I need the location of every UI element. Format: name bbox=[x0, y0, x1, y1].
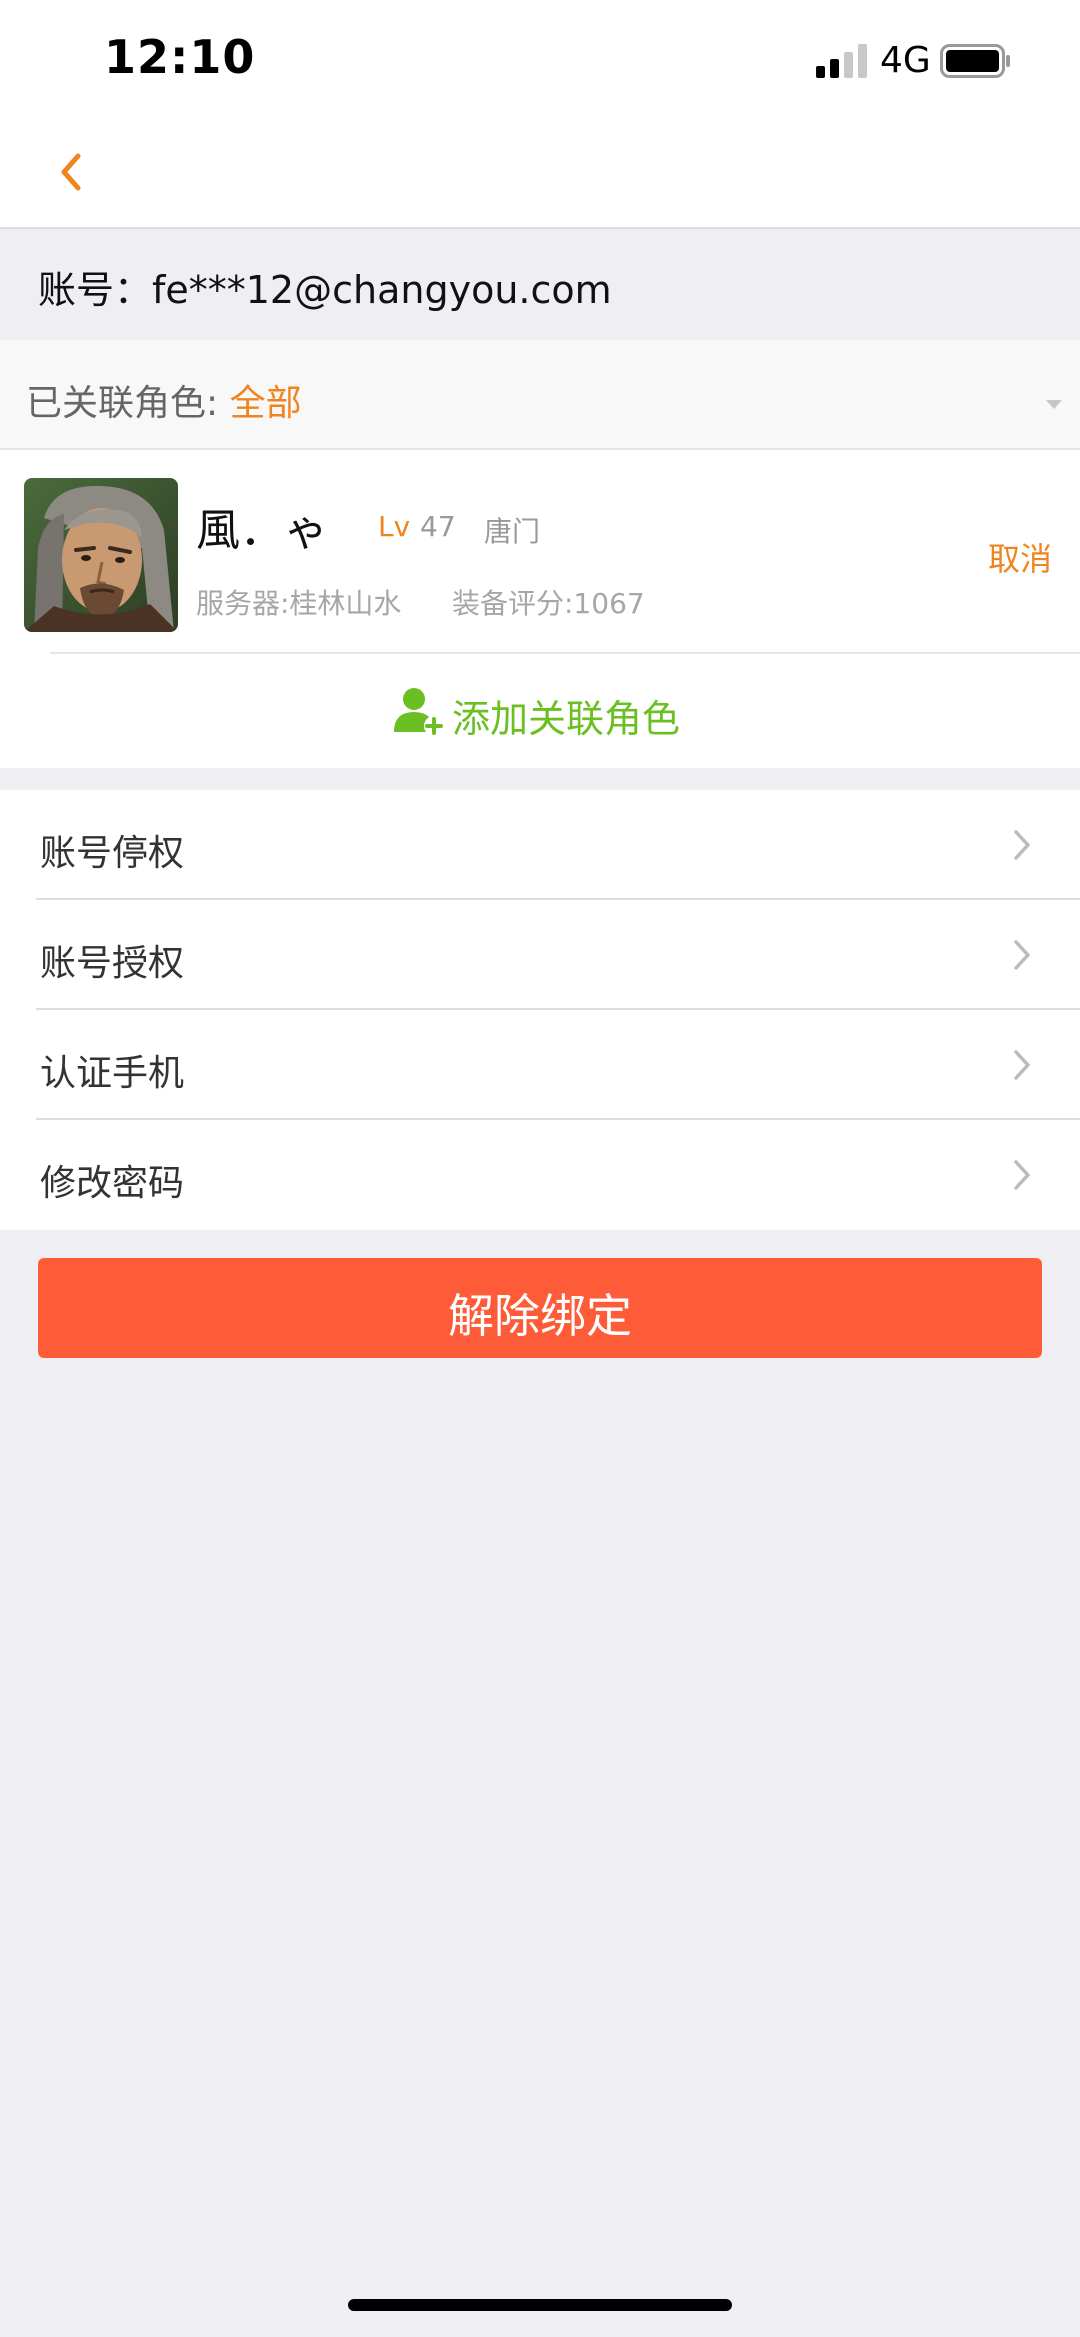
chevron-right-icon bbox=[1014, 1050, 1030, 1080]
linked-roles-prefix: 已关联角色: bbox=[26, 383, 230, 424]
chevron-right-icon bbox=[1014, 1160, 1030, 1190]
role-school: 唐门 bbox=[484, 515, 541, 548]
role-server: 服务器:桂林山水 bbox=[196, 587, 402, 620]
cancel-link-button[interactable]: 取消 bbox=[988, 534, 1052, 580]
menu-item-authorize-account[interactable]: 账号授权 bbox=[0, 900, 1080, 1010]
account-row: 账号：fe***12@changyou.com bbox=[0, 229, 1080, 339]
chevron-right-icon bbox=[1014, 940, 1030, 970]
menu-item-label: 修改密码 bbox=[40, 1163, 185, 1204]
menu-item-label: 账号授权 bbox=[40, 943, 185, 984]
unbind-button-label: 解除绑定 bbox=[448, 1290, 632, 1342]
account-label: 账号：fe***12@changyou.com bbox=[38, 268, 612, 312]
role-equipment-score: 装备评分:1067 bbox=[452, 587, 645, 620]
account-menu: 账号停权 账号授权 认证手机 修改密码 bbox=[0, 790, 1080, 1230]
status-time: 12:10 bbox=[104, 30, 256, 84]
chevron-left-icon bbox=[61, 153, 81, 191]
add-linked-role-label: 添加关联角色 bbox=[452, 697, 681, 741]
linked-roles-filter[interactable]: 已关联角色: 全部 bbox=[0, 340, 1080, 448]
home-indicator bbox=[348, 2299, 732, 2311]
linked-roles-value: 全部 bbox=[229, 383, 302, 424]
role-name: 風．ゃ bbox=[196, 505, 328, 556]
linked-roles-label: 已关联角色: 全部 bbox=[26, 374, 302, 426]
character-portrait bbox=[24, 478, 178, 632]
back-button[interactable] bbox=[46, 142, 106, 202]
add-user-icon bbox=[394, 688, 444, 736]
signal-strength-icon bbox=[816, 44, 867, 78]
menu-item-label: 账号停权 bbox=[40, 833, 185, 874]
menu-item-suspend-account[interactable]: 账号停权 bbox=[0, 790, 1080, 900]
role-card: 風．ゃ Lv 47 唐门 服务器:桂林山水 装备评分:1067 取消 添加关联角… bbox=[0, 448, 1080, 768]
role-level: 47 bbox=[420, 510, 456, 543]
role-divider bbox=[50, 652, 1080, 654]
menu-item-change-password[interactable]: 修改密码 bbox=[0, 1120, 1080, 1230]
dropdown-caret-icon bbox=[1046, 400, 1062, 409]
network-type: 4G bbox=[880, 40, 931, 81]
role-level-label: Lv bbox=[378, 510, 411, 543]
avatar bbox=[24, 478, 178, 632]
nav-bar bbox=[0, 120, 1080, 228]
unbind-button[interactable]: 解除绑定 bbox=[38, 1258, 1042, 1358]
menu-item-verify-phone[interactable]: 认证手机 bbox=[0, 1010, 1080, 1120]
battery-icon bbox=[940, 44, 1010, 78]
status-bar: 12:10 4G bbox=[0, 0, 1080, 120]
chevron-right-icon bbox=[1014, 830, 1030, 860]
menu-item-label: 认证手机 bbox=[40, 1053, 185, 1094]
